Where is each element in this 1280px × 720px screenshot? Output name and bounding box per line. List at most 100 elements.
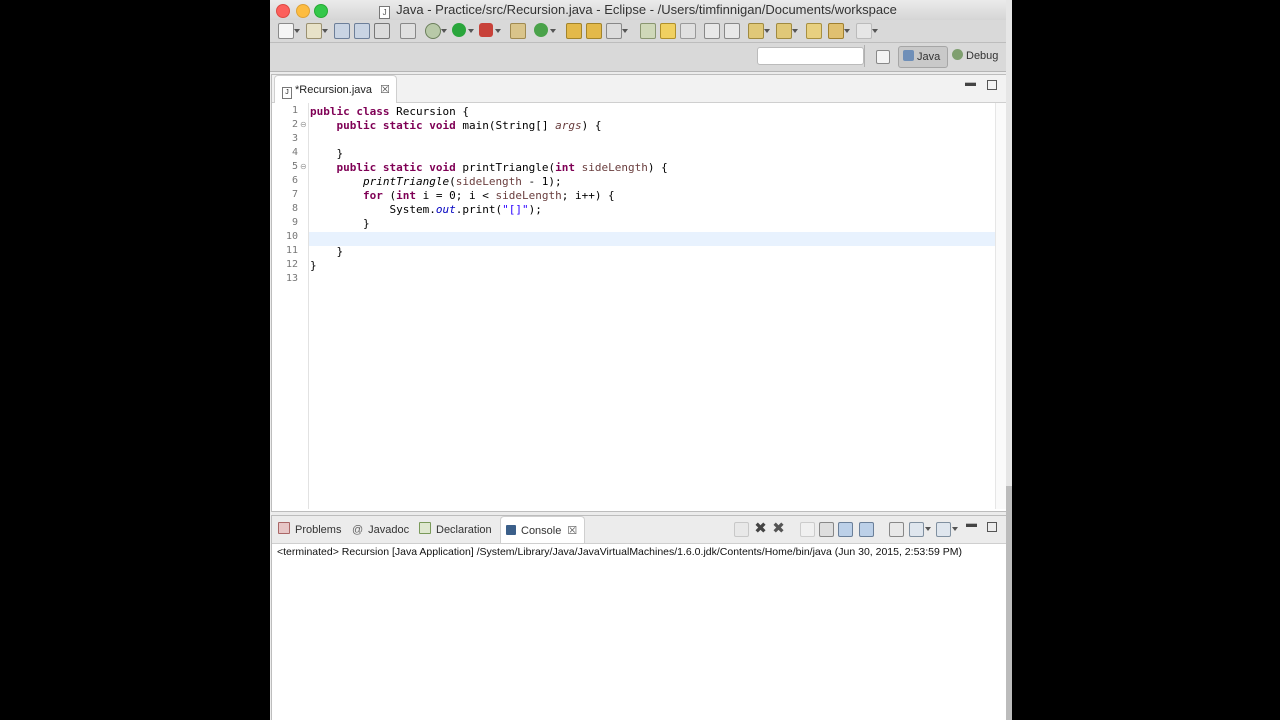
pin-console-icon[interactable]	[889, 522, 904, 537]
minimize-panel-icon[interactable]: ▬	[966, 518, 977, 530]
maximize-panel-icon[interactable]	[987, 522, 997, 532]
open-type-icon[interactable]	[566, 23, 582, 39]
search-icon[interactable]	[606, 23, 622, 39]
forward-icon[interactable]	[856, 23, 872, 39]
window-title-text: Java - Practice/src/Recursion.java - Ecl…	[396, 2, 897, 17]
editor-scrollbar[interactable]	[995, 103, 1006, 509]
fold-collapse-icon[interactable]: ⊖	[300, 162, 307, 171]
new-icon[interactable]	[278, 23, 294, 39]
open-dropdown-icon[interactable]	[322, 29, 328, 33]
line-number: 12	[285, 259, 298, 270]
line-number: 11	[285, 245, 298, 256]
back-icon[interactable]	[828, 23, 844, 39]
run-dropdown-icon[interactable]	[468, 29, 474, 33]
problems-icon	[278, 522, 290, 534]
bottom-tab-bar: Problems @ Javadoc Declaration Console ☒ ✖…	[272, 516, 1006, 544]
show-on-stdout-icon[interactable]	[838, 522, 853, 537]
open-perspective-icon[interactable]	[876, 50, 890, 64]
show-on-stderr-icon[interactable]	[859, 522, 874, 537]
keyword: public	[336, 119, 377, 132]
open-task-icon[interactable]	[586, 23, 602, 39]
external-tools-dropdown-icon[interactable]	[495, 29, 501, 33]
save-icon[interactable]	[334, 23, 350, 39]
minimize-editor-icon[interactable]: ▬	[965, 77, 976, 89]
tab-javadoc[interactable]: @ Javadoc	[352, 516, 409, 543]
show-paragraph-icon[interactable]	[724, 23, 740, 39]
mark-occurrences-icon[interactable]	[660, 23, 676, 39]
remove-launch-icon[interactable]: ✖	[754, 521, 767, 536]
run-icon[interactable]	[452, 23, 466, 37]
code-line: System.out.print("[]");	[310, 203, 541, 216]
close-console-icon[interactable]: ☒	[567, 525, 577, 537]
parameter: sideLength	[581, 161, 648, 174]
java-perspective-label: Java	[917, 51, 941, 63]
terminate-icon[interactable]	[734, 522, 749, 537]
tab-declaration[interactable]: Declaration	[419, 516, 492, 543]
static-field: out	[435, 203, 456, 216]
javadoc-icon: @	[352, 524, 364, 536]
editor-tab-recursion[interactable]: J *Recursion.java ☒	[274, 75, 397, 103]
clear-console-icon[interactable]	[800, 522, 815, 537]
line-number: 13	[285, 273, 298, 284]
outer-scrollbar-thumb[interactable]	[1006, 486, 1012, 720]
prev-annotation-dropdown-icon[interactable]	[792, 29, 798, 33]
new-java-project-icon[interactable]	[510, 23, 526, 39]
scroll-lock-icon[interactable]	[819, 522, 834, 537]
tab-problems[interactable]: Problems	[278, 516, 341, 543]
quick-access-input[interactable]	[757, 47, 864, 65]
new-class-dropdown-icon[interactable]	[550, 29, 556, 33]
external-tools-icon[interactable]	[479, 23, 493, 37]
current-line-highlight	[309, 232, 995, 246]
fold-collapse-icon[interactable]: ⊖	[300, 120, 307, 129]
skip-breakpoints-icon[interactable]	[400, 23, 416, 39]
next-annotation-icon[interactable]	[748, 23, 764, 39]
java-file-icon: J	[379, 6, 391, 19]
open-console-icon[interactable]	[936, 522, 951, 537]
window-title: J Java - Practice/src/Recursion.java - Ec…	[270, 2, 1006, 19]
keyword: static	[382, 161, 423, 174]
editor-pane: J *Recursion.java ☒ ▬ 1 2 ⊖ 3 4 5 ⊖ 6 7 8…	[271, 74, 1006, 512]
code-text: (	[382, 189, 397, 202]
last-edit-icon[interactable]	[806, 23, 822, 39]
display-console-icon[interactable]	[909, 522, 924, 537]
toggle-ant-icon[interactable]	[640, 23, 656, 39]
search-dropdown-icon[interactable]	[622, 29, 628, 33]
outer-scrollbar[interactable]	[1006, 0, 1012, 720]
code-line: }	[310, 259, 317, 272]
keyword: public	[310, 105, 350, 118]
back-dropdown-icon[interactable]	[844, 29, 850, 33]
line-number: 4	[291, 147, 298, 158]
open-console-dropdown-icon[interactable]	[952, 527, 958, 531]
line-number: 5	[291, 161, 298, 172]
java-perspective-button[interactable]: Java	[898, 46, 948, 68]
code-text: printTriangle(	[455, 161, 556, 174]
display-console-dropdown-icon[interactable]	[925, 527, 931, 531]
debug-icon[interactable]	[425, 23, 441, 39]
code-line: }	[310, 217, 370, 230]
line-number: 2	[291, 119, 298, 130]
next-annotation-dropdown-icon[interactable]	[764, 29, 770, 33]
open-icon[interactable]	[306, 23, 322, 39]
keyword: void	[429, 161, 456, 174]
console-status-line: <terminated> Recursion [Java Application…	[277, 546, 963, 558]
maximize-editor-icon[interactable]	[987, 80, 997, 90]
string-literal: "[]"	[502, 203, 529, 216]
line-number: 3	[291, 133, 298, 144]
show-whitespace-icon[interactable]	[704, 23, 720, 39]
print-icon[interactable]	[374, 23, 390, 39]
save-all-icon[interactable]	[354, 23, 370, 39]
debug-dropdown-icon[interactable]	[441, 29, 447, 33]
debug-perspective-button[interactable]: Debug	[950, 46, 1002, 66]
keyword: int	[555, 161, 575, 174]
remove-all-launches-icon[interactable]: ✖	[772, 521, 785, 536]
toggle-block-icon[interactable]	[680, 23, 696, 39]
keyword: static	[382, 119, 423, 132]
keyword: public	[336, 161, 377, 174]
new-dropdown-icon[interactable]	[294, 29, 300, 33]
tab-console[interactable]: Console ☒	[500, 516, 585, 543]
close-tab-icon[interactable]: ☒	[380, 84, 390, 96]
new-class-icon[interactable]	[534, 23, 548, 37]
prev-annotation-icon[interactable]	[776, 23, 792, 39]
forward-dropdown-icon[interactable]	[872, 29, 878, 33]
code-line: printTriangle(sideLength - 1);	[310, 175, 562, 188]
